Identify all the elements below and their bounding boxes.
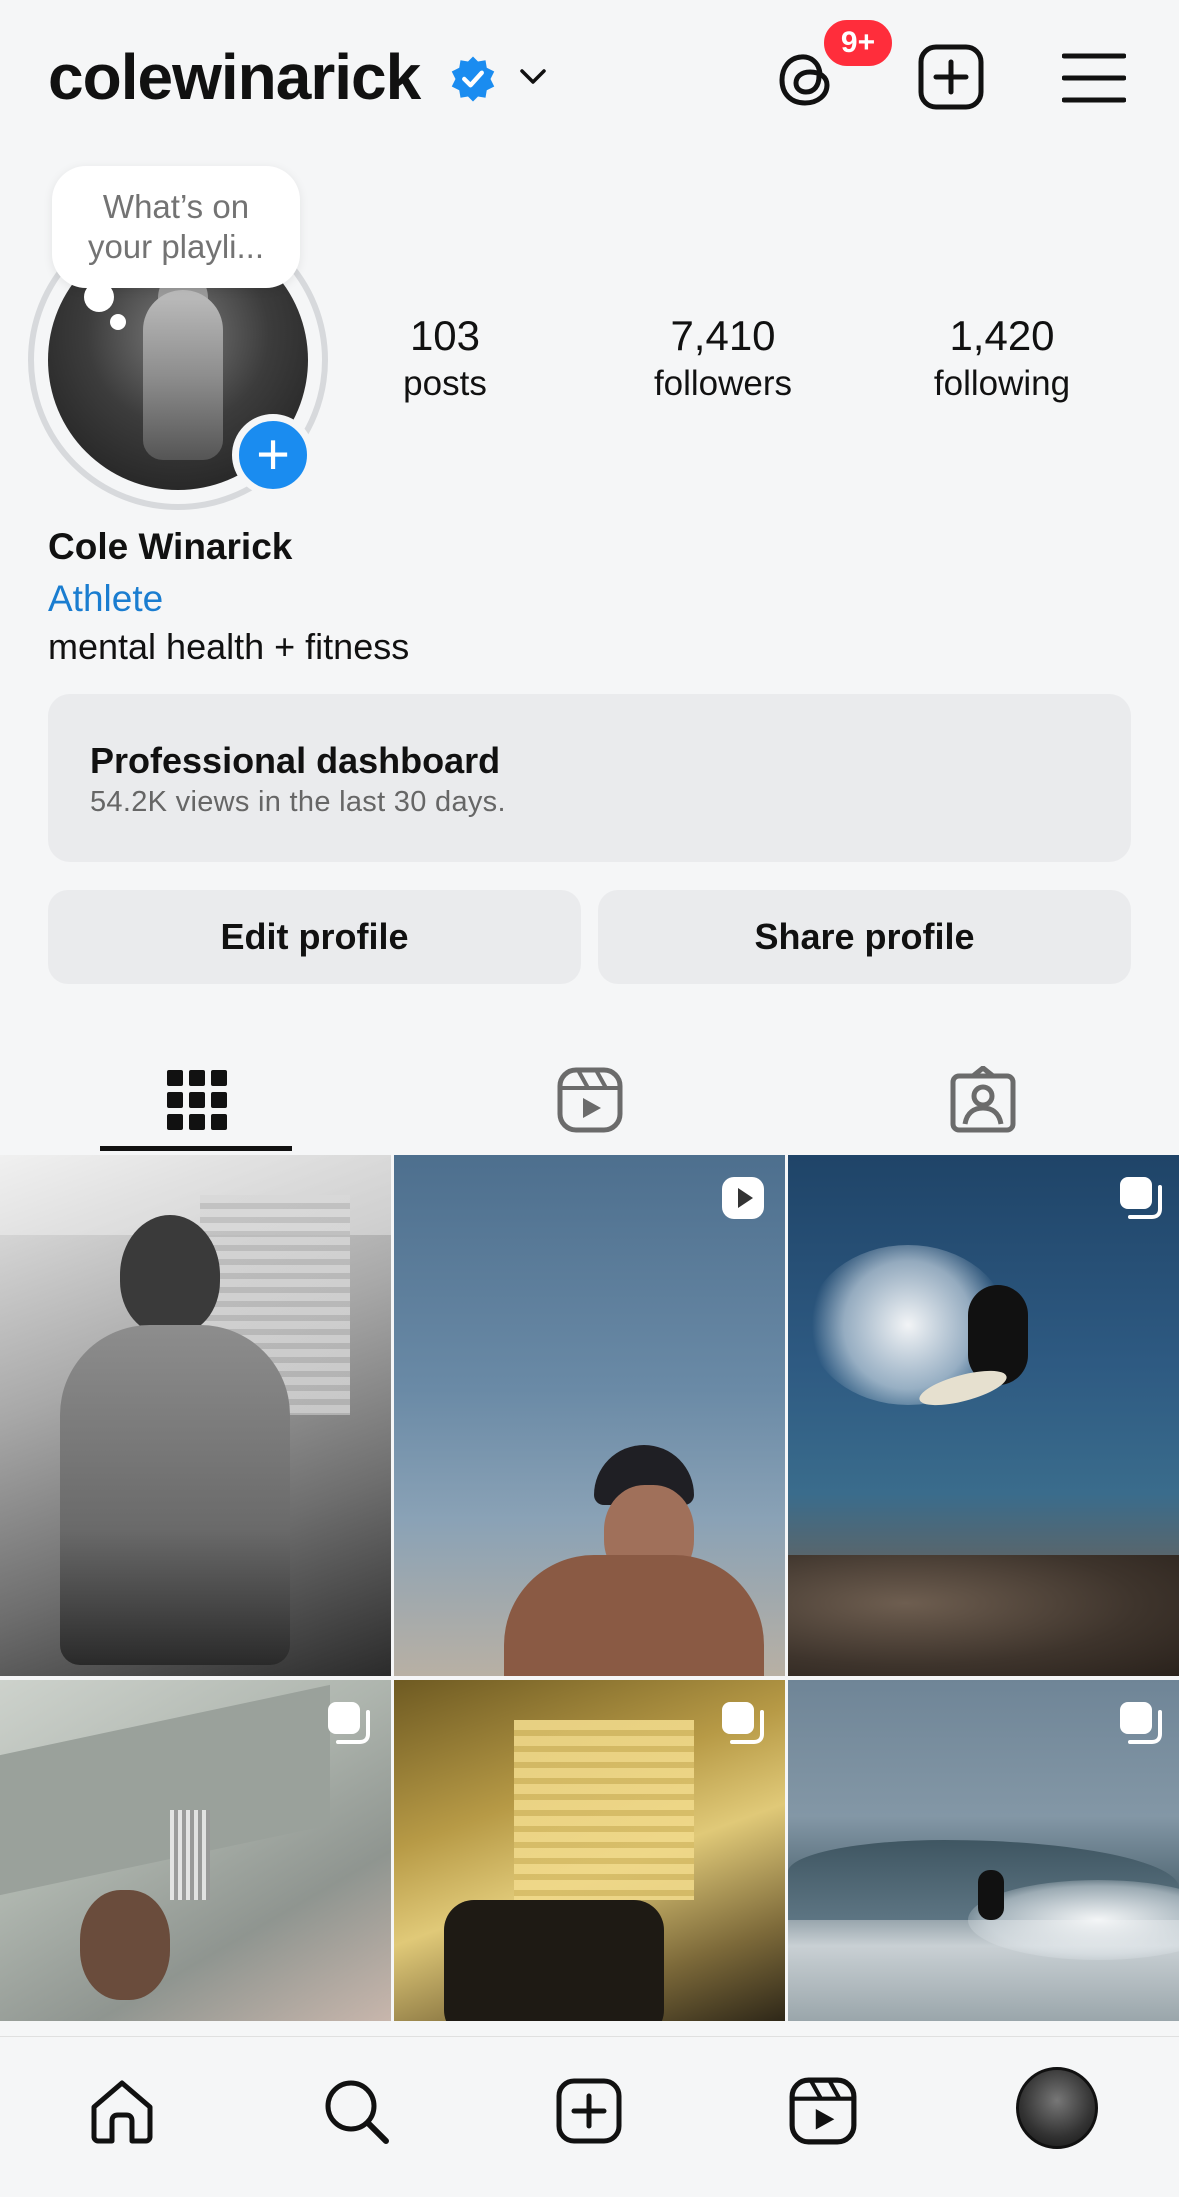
tab-posts-grid[interactable] xyxy=(0,1048,393,1152)
full-name: Cole Winarick xyxy=(48,526,293,567)
note-bubble[interactable]: What’s on your playli... xyxy=(52,166,300,288)
create-icon xyxy=(556,2078,622,2144)
nav-create-button[interactable] xyxy=(551,2073,627,2149)
tab-reels[interactable] xyxy=(393,1048,786,1152)
note-bubble-tail xyxy=(84,282,114,312)
edit-profile-button[interactable]: Edit profile xyxy=(48,890,581,984)
chevron-down-icon[interactable] xyxy=(516,60,550,94)
verified-badge-icon xyxy=(451,56,495,102)
carousel-icon xyxy=(722,1702,764,1744)
search-icon xyxy=(325,2080,389,2144)
grid-icon xyxy=(166,1070,227,1130)
profile-header: colewinarick 9+ xyxy=(0,0,1179,160)
tagged-icon xyxy=(950,1066,1015,1133)
dashboard-subtitle: 54.2K views in the last 30 days. xyxy=(90,786,506,819)
tab-tagged[interactable] xyxy=(786,1048,1179,1152)
bottom-navigation xyxy=(0,2036,1179,2197)
nav-profile-avatar[interactable] xyxy=(1016,2067,1098,2149)
carousel-icon xyxy=(1120,1702,1162,1744)
carousel-icon xyxy=(328,1702,370,1744)
share-profile-button[interactable]: Share profile xyxy=(598,890,1131,984)
following-count: 1,420 xyxy=(949,312,1055,359)
hamburger-menu-icon[interactable] xyxy=(1062,50,1126,106)
posts-count: 103 xyxy=(409,312,481,359)
account-switcher-username[interactable]: colewinarick xyxy=(48,40,421,114)
add-story-button[interactable]: + xyxy=(232,414,314,496)
notification-count-badge: 9+ xyxy=(820,16,896,70)
dashboard-views-text: views in the last 30 days. xyxy=(175,786,506,818)
followers-count: 7,410 xyxy=(670,312,776,359)
reels-icon xyxy=(557,1067,622,1133)
create-post-icon[interactable] xyxy=(916,42,986,112)
professional-dashboard-card[interactable]: Professional dashboard 54.2K views in th… xyxy=(48,694,1131,862)
active-tab-indicator xyxy=(100,1146,292,1151)
grid-post-6[interactable] xyxy=(788,1680,1179,2021)
home-icon xyxy=(91,2080,153,2144)
avatar-figure-shape xyxy=(143,290,223,460)
grid-post-2[interactable] xyxy=(394,1155,785,1676)
dashboard-title: Professional dashboard xyxy=(90,740,501,781)
grid-post-5[interactable] xyxy=(394,1680,785,2021)
grid-post-4[interactable] xyxy=(0,1680,391,2021)
dashboard-views-count: 54.2K xyxy=(90,786,168,818)
grid-post-1[interactable] xyxy=(0,1155,391,1676)
note-bubble-tail-small xyxy=(110,314,126,330)
posts-label: posts xyxy=(403,364,487,403)
nav-reels-button[interactable] xyxy=(785,2073,861,2149)
carousel-icon xyxy=(1120,1177,1162,1219)
posts-stat[interactable]: 103 posts xyxy=(335,312,555,404)
bio-text: mental health + fitness xyxy=(48,626,410,667)
reel-play-icon xyxy=(722,1177,764,1219)
grid-post-3[interactable] xyxy=(788,1155,1179,1676)
following-stat[interactable]: 1,420 following xyxy=(892,312,1112,404)
nav-search-button[interactable] xyxy=(318,2073,394,2149)
following-label: following xyxy=(933,364,1071,403)
followers-stat[interactable]: 7,410 followers xyxy=(613,312,833,404)
nav-home-button[interactable] xyxy=(84,2073,160,2149)
category-label: Athlete xyxy=(48,578,164,619)
followers-label: followers xyxy=(653,364,793,403)
reels-icon xyxy=(789,2077,857,2145)
